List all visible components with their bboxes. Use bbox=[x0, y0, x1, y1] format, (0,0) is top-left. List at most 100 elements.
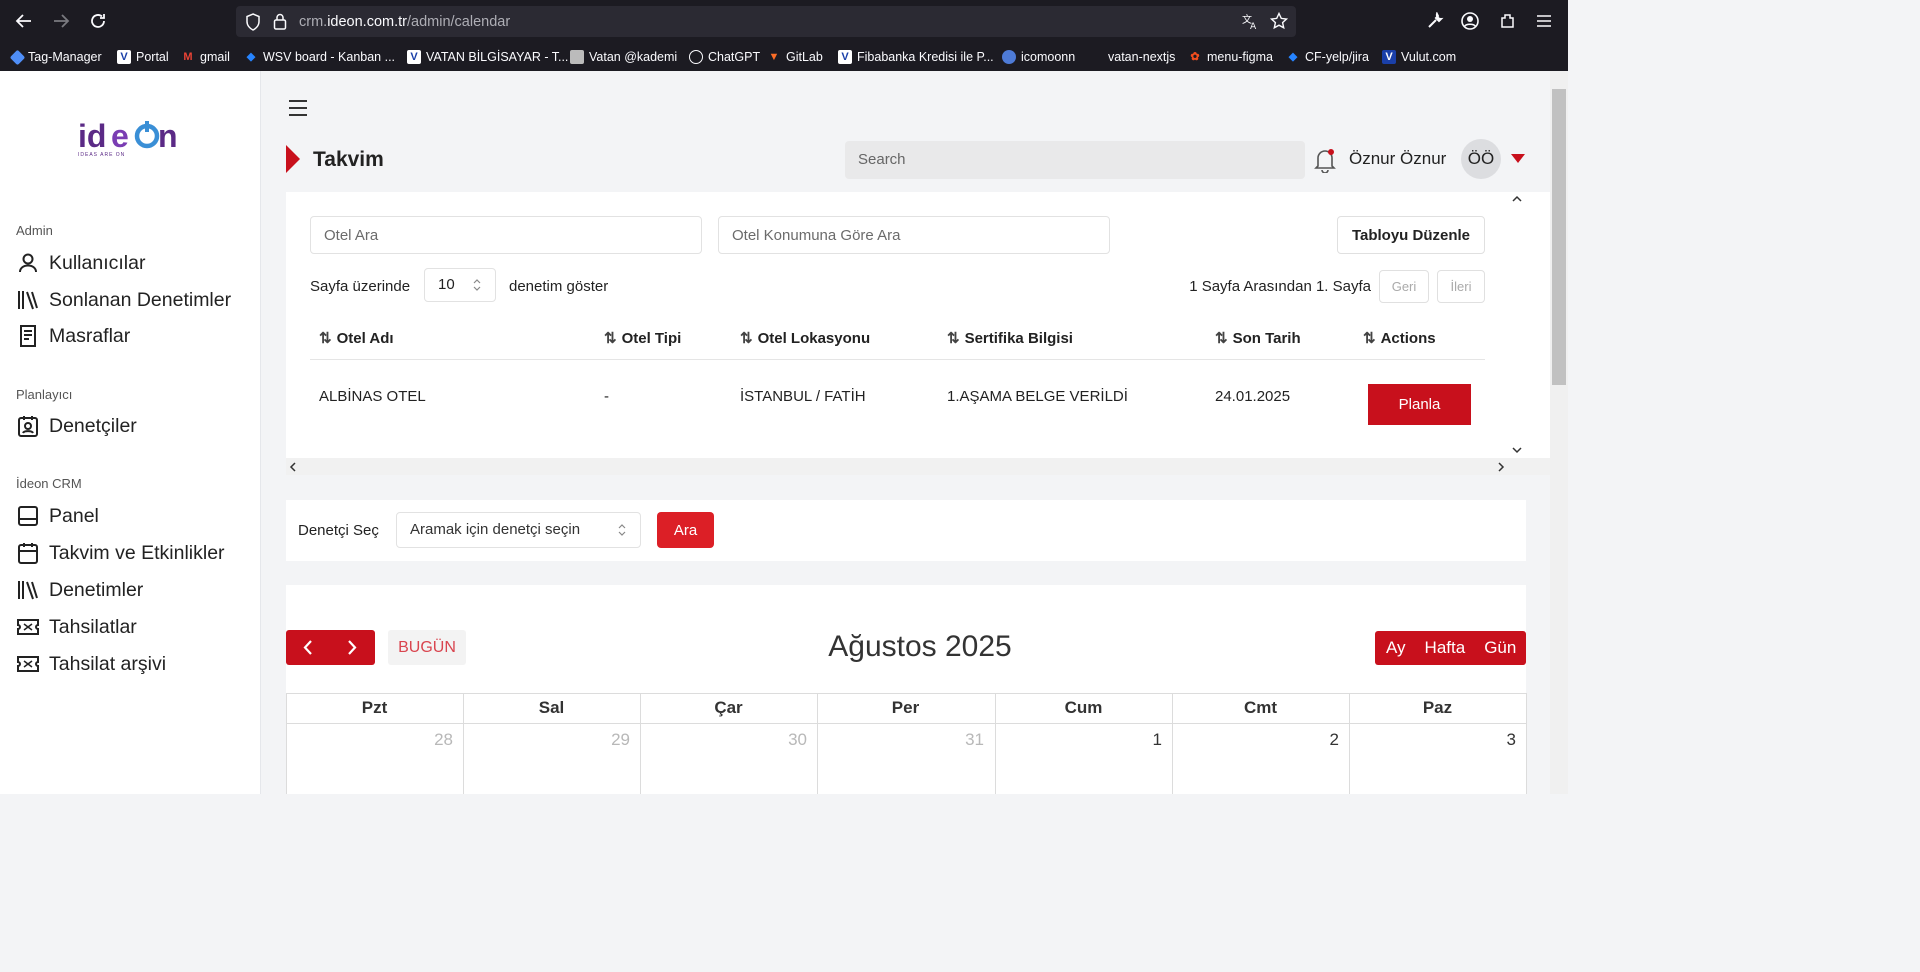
column-header-otel-lokasyonu[interactable]: ⇅ Otel Lokasyonu bbox=[740, 329, 871, 348]
page-size-select[interactable]: 10 bbox=[424, 268, 496, 302]
location-search-input[interactable]: Otel Konumuna Göre Ara bbox=[718, 216, 1110, 254]
calendar-day[interactable]: 29 bbox=[463, 730, 630, 750]
hotel-search-input[interactable]: Otel Ara bbox=[310, 216, 702, 254]
sidebar-item-panel[interactable]: Panel bbox=[16, 504, 99, 528]
prev-page-button[interactable]: Geri bbox=[1379, 270, 1429, 303]
bookmark-gitlab[interactable]: ▼ GitLab bbox=[767, 46, 823, 68]
select-arrows-icon bbox=[473, 279, 481, 291]
bookmark-chatgpt[interactable]: ChatGPT bbox=[689, 46, 760, 68]
bookmark-vatan-akademi[interactable]: Vatan @kademi bbox=[570, 46, 677, 68]
lock-icon[interactable] bbox=[273, 13, 287, 30]
sidebar-item-sonlanan-denetimler[interactable]: Sonlanan Denetimler bbox=[16, 288, 231, 312]
translate-icon[interactable]: 文A bbox=[1241, 12, 1259, 30]
ideon-logo[interactable]: id e n IDEAS ARE ON bbox=[78, 119, 188, 163]
inspector-select[interactable]: Aramak için denetçi seçin bbox=[396, 512, 641, 548]
bookmark-menu-figma[interactable]: ✿ menu-figma bbox=[1188, 46, 1273, 68]
hamburger-icon[interactable] bbox=[288, 99, 308, 117]
url-text[interactable]: crm.ideon.com.tr/admin/calendar bbox=[299, 14, 510, 30]
tag-manager-icon bbox=[9, 49, 26, 65]
wrench-icon[interactable] bbox=[1423, 10, 1447, 32]
inspector-select-placeholder: Aramak için denetçi seçin bbox=[410, 521, 581, 538]
calendar-day[interactable]: 28 bbox=[286, 730, 453, 750]
sidebar-item-tahsilatlar[interactable]: Tahsilatlar bbox=[16, 615, 137, 639]
calendar-day[interactable]: 1 bbox=[995, 730, 1162, 750]
calendar-day[interactable]: 31 bbox=[817, 730, 984, 750]
sidebar-item-masraflar[interactable]: Masraflar bbox=[16, 324, 130, 348]
account-icon[interactable] bbox=[1458, 10, 1482, 32]
prev-month-icon[interactable] bbox=[303, 640, 313, 655]
user-name[interactable]: Öznur Öznur bbox=[1349, 149, 1446, 169]
sidebar-item-denetciler[interactable]: Denetçiler bbox=[16, 414, 137, 438]
grid-line bbox=[286, 723, 1526, 724]
cell-deadline: 24.01.2025 bbox=[1215, 388, 1291, 405]
search-input[interactable]: Search bbox=[845, 141, 1305, 179]
column-label: Otel Lokasyonu bbox=[757, 329, 871, 347]
svg-text:n: n bbox=[158, 119, 178, 154]
bookmark-vatan-nextjs[interactable]: vatan-nextjs bbox=[1089, 46, 1175, 68]
bookmark-gmail[interactable]: Mgmail bbox=[181, 46, 229, 68]
scroll-right-icon[interactable] bbox=[1497, 462, 1505, 472]
main-content: Takvim Search Öznur Öznur ÖÖ Otel Ara Ot… bbox=[262, 71, 1550, 794]
table-header-divider bbox=[310, 359, 1485, 360]
address-bar[interactable]: crm.ideon.com.tr/admin/calendar 文A bbox=[236, 6, 1296, 37]
inspector-search-button[interactable]: Ara bbox=[657, 512, 714, 548]
sidebar-item-denetimler[interactable]: Denetimler bbox=[16, 578, 143, 602]
back-icon[interactable] bbox=[12, 10, 36, 32]
section-ideon-crm: İdeon CRM bbox=[16, 476, 82, 491]
view-day-button[interactable]: Gün bbox=[1484, 638, 1516, 658]
bookmark-tag-manager[interactable]: Tag-Manager bbox=[9, 46, 102, 68]
view-week-button[interactable]: Hafta bbox=[1425, 638, 1466, 658]
next-month-icon[interactable] bbox=[347, 640, 357, 655]
forward-icon[interactable] bbox=[49, 10, 73, 32]
bell-icon[interactable] bbox=[1314, 147, 1336, 173]
bookmark-label: ChatGPT bbox=[708, 50, 761, 64]
plan-button[interactable]: Planla bbox=[1368, 384, 1471, 425]
calendar-day[interactable]: 30 bbox=[640, 730, 807, 750]
bookmark-wsv-board[interactable]: ◆ WSV board - Kanban ... bbox=[244, 46, 395, 68]
next-page-button[interactable]: İleri bbox=[1437, 270, 1485, 303]
bookmark-cf-yelp[interactable]: ◆ CF-yelp/jira bbox=[1286, 46, 1369, 68]
bookmark-portal[interactable]: V Portal bbox=[117, 46, 169, 68]
scroll-down-icon[interactable] bbox=[1512, 446, 1522, 454]
menu-icon[interactable] bbox=[1532, 10, 1556, 32]
today-button[interactable]: BUGÜN bbox=[388, 630, 466, 665]
bookmark-icomoon[interactable]: icomoonn bbox=[1002, 46, 1075, 68]
view-month-button[interactable]: Ay bbox=[1386, 638, 1406, 658]
sidebar-item-label: Denetimler bbox=[49, 578, 144, 601]
bookmark-label: Vatan @kademi bbox=[589, 50, 678, 64]
horizontal-scrollbar[interactable] bbox=[286, 458, 1550, 475]
shield-icon[interactable] bbox=[245, 13, 261, 31]
panel-icon bbox=[18, 506, 38, 526]
page-scrollbar[interactable] bbox=[1550, 71, 1568, 794]
url-prefix: crm. bbox=[299, 14, 328, 30]
scroll-up-icon[interactable] bbox=[1512, 195, 1522, 203]
column-label: Actions bbox=[1380, 329, 1436, 347]
calendar-day[interactable]: 2 bbox=[1172, 730, 1339, 750]
sidebar-item-kullanicilar[interactable]: Kullanıcılar bbox=[16, 251, 145, 275]
bookmark-star-icon[interactable] bbox=[1270, 12, 1288, 30]
page-size-prefix: Sayfa üzerinde bbox=[310, 278, 411, 295]
sidebar-item-label: Panel bbox=[49, 504, 99, 527]
avatar-initials: ÖÖ bbox=[1467, 149, 1495, 168]
bookmark-vulut[interactable]: V Vulut.com bbox=[1382, 46, 1456, 68]
scrollbar-thumb[interactable] bbox=[1552, 89, 1566, 385]
reload-icon[interactable] bbox=[86, 10, 110, 32]
extensions-icon[interactable] bbox=[1496, 10, 1520, 32]
sidebar-item-takvim[interactable]: Takvim ve Etkinlikler bbox=[16, 541, 225, 565]
scroll-left-icon[interactable] bbox=[289, 462, 297, 472]
url-domain: ideon.com.tr bbox=[327, 14, 407, 30]
bookmark-vatan[interactable]: V VATAN BİLGİSAYAR - T... bbox=[407, 46, 568, 68]
bookmark-fibabanka[interactable]: V Fibabanka Kredisi ile P... bbox=[838, 46, 994, 68]
column-header-sertifika[interactable]: ⇅ Sertifika Bilgisi bbox=[947, 329, 1073, 348]
column-header-son-tarih[interactable]: ⇅ Son Tarih bbox=[1215, 329, 1301, 348]
chevron-down-icon[interactable] bbox=[1511, 154, 1525, 163]
calendar-day[interactable]: 3 bbox=[1349, 730, 1516, 750]
avatar[interactable]: ÖÖ bbox=[1461, 139, 1501, 179]
column-header-otel-tipi[interactable]: ⇅ Otel Tipi bbox=[604, 329, 681, 348]
calendar-card bbox=[286, 585, 1526, 794]
column-header-actions[interactable]: ⇅ Actions bbox=[1363, 329, 1436, 348]
sidebar-item-tahsilat-arsivi[interactable]: Tahsilat arşivi bbox=[16, 652, 166, 676]
edit-table-button[interactable]: Tabloyu Düzenle bbox=[1337, 216, 1485, 254]
column-header-otel-adi[interactable]: ⇅ Otel Adı bbox=[319, 329, 394, 348]
column-label: Sertifika Bilgisi bbox=[964, 329, 1073, 347]
